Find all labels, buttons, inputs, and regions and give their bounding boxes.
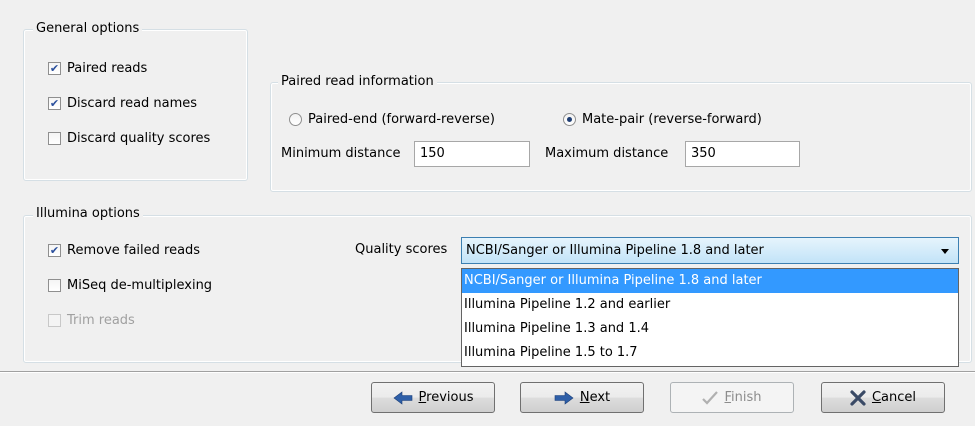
remove-failed-reads-check-box[interactable]: ✔ <box>48 243 61 257</box>
miseq-demultiplexing-checkbox[interactable]: MiSeq de-multiplexing <box>48 276 212 294</box>
dropdown-option-1-2[interactable]: Illumina Pipeline 1.2 and earlier <box>462 293 958 317</box>
remove-failed-reads-label: Remove failed reads <box>67 242 201 258</box>
remove-failed-reads-checkbox[interactable]: ✔ Remove failed reads <box>48 241 200 259</box>
finish-button[interactable]: Finish <box>670 382 794 413</box>
cancel-button[interactable]: Cancel <box>821 382 945 413</box>
close-icon <box>850 389 866 406</box>
quality-scores-select[interactable]: NCBI/Sanger or Illumina Pipeline 1.8 and… <box>461 237 959 264</box>
next-button[interactable]: Next <box>520 382 644 413</box>
previous-button[interactable]: Previous <box>371 382 495 413</box>
discard-quality-scores-checkbox[interactable]: Discard quality scores <box>48 129 210 147</box>
miseq-demultiplexing-label: MiSeq de-multiplexing <box>67 277 213 293</box>
discard-read-names-check-box[interactable]: ✔ <box>48 96 61 110</box>
trim-reads-checkbox[interactable]: Trim reads <box>48 311 135 329</box>
mate-pair-radio-button[interactable] <box>563 112 576 126</box>
mate-pair-label: Mate-pair (reverse-forward) <box>582 111 762 127</box>
finish-label: Finish <box>724 390 762 405</box>
quality-scores-selected-value: NCBI/Sanger or Illumina Pipeline 1.8 and… <box>466 243 764 258</box>
discard-quality-scores-label: Discard quality scores <box>67 130 211 146</box>
discard-quality-scores-check-box[interactable] <box>48 131 61 145</box>
checkmark-icon <box>702 390 719 405</box>
mate-pair-radio[interactable]: Mate-pair (reverse-forward) <box>563 110 762 128</box>
paired-end-label: Paired-end (forward-reverse) <box>308 111 495 127</box>
dropdown-option-1-3[interactable]: Illumina Pipeline 1.3 and 1.4 <box>462 317 958 341</box>
chevron-down-icon <box>941 249 949 254</box>
trim-reads-label: Trim reads <box>67 312 135 328</box>
discard-read-names-label: Discard read names <box>67 95 198 111</box>
paired-reads-check-box[interactable]: ✔ <box>48 61 61 75</box>
dropdown-option-1-8[interactable]: NCBI/Sanger or Illumina Pipeline 1.8 and… <box>462 269 958 293</box>
max-distance-input[interactable]: 350 <box>685 141 800 167</box>
quality-scores-label: Quality scores <box>355 242 448 257</box>
paired-end-radio-button[interactable] <box>289 112 302 126</box>
next-label: Next <box>579 390 611 405</box>
arrow-right-icon <box>554 390 574 405</box>
quality-scores-dropdown-list: NCBI/Sanger or Illumina Pipeline 1.8 and… <box>461 268 959 367</box>
general-options-title: General options <box>33 21 143 37</box>
trim-reads-check-box[interactable] <box>48 313 61 327</box>
paired-read-info-title: Paired read information <box>278 74 437 90</box>
max-distance-label: Maximum distance <box>545 146 669 161</box>
button-bar-separator-highlight <box>0 372 975 373</box>
discard-read-names-checkbox[interactable]: ✔ Discard read names <box>48 94 197 112</box>
cancel-label: Cancel <box>871 390 917 405</box>
dropdown-option-1-5[interactable]: Illumina Pipeline 1.5 to 1.7 <box>462 341 958 365</box>
miseq-demultiplexing-check-box[interactable] <box>48 278 61 292</box>
min-distance-input[interactable]: 150 <box>414 141 530 167</box>
previous-label: Previous <box>418 390 474 405</box>
min-distance-label: Minimum distance <box>281 146 401 161</box>
radio-selected-dot <box>567 116 572 122</box>
paired-read-info-group <box>270 82 972 192</box>
paired-end-radio[interactable]: Paired-end (forward-reverse) <box>289 110 495 128</box>
paired-reads-checkbox[interactable]: ✔ Paired reads <box>48 59 147 77</box>
paired-reads-label: Paired reads <box>67 60 148 76</box>
illumina-options-title: Illumina options <box>33 206 143 222</box>
arrow-left-icon <box>393 390 413 405</box>
